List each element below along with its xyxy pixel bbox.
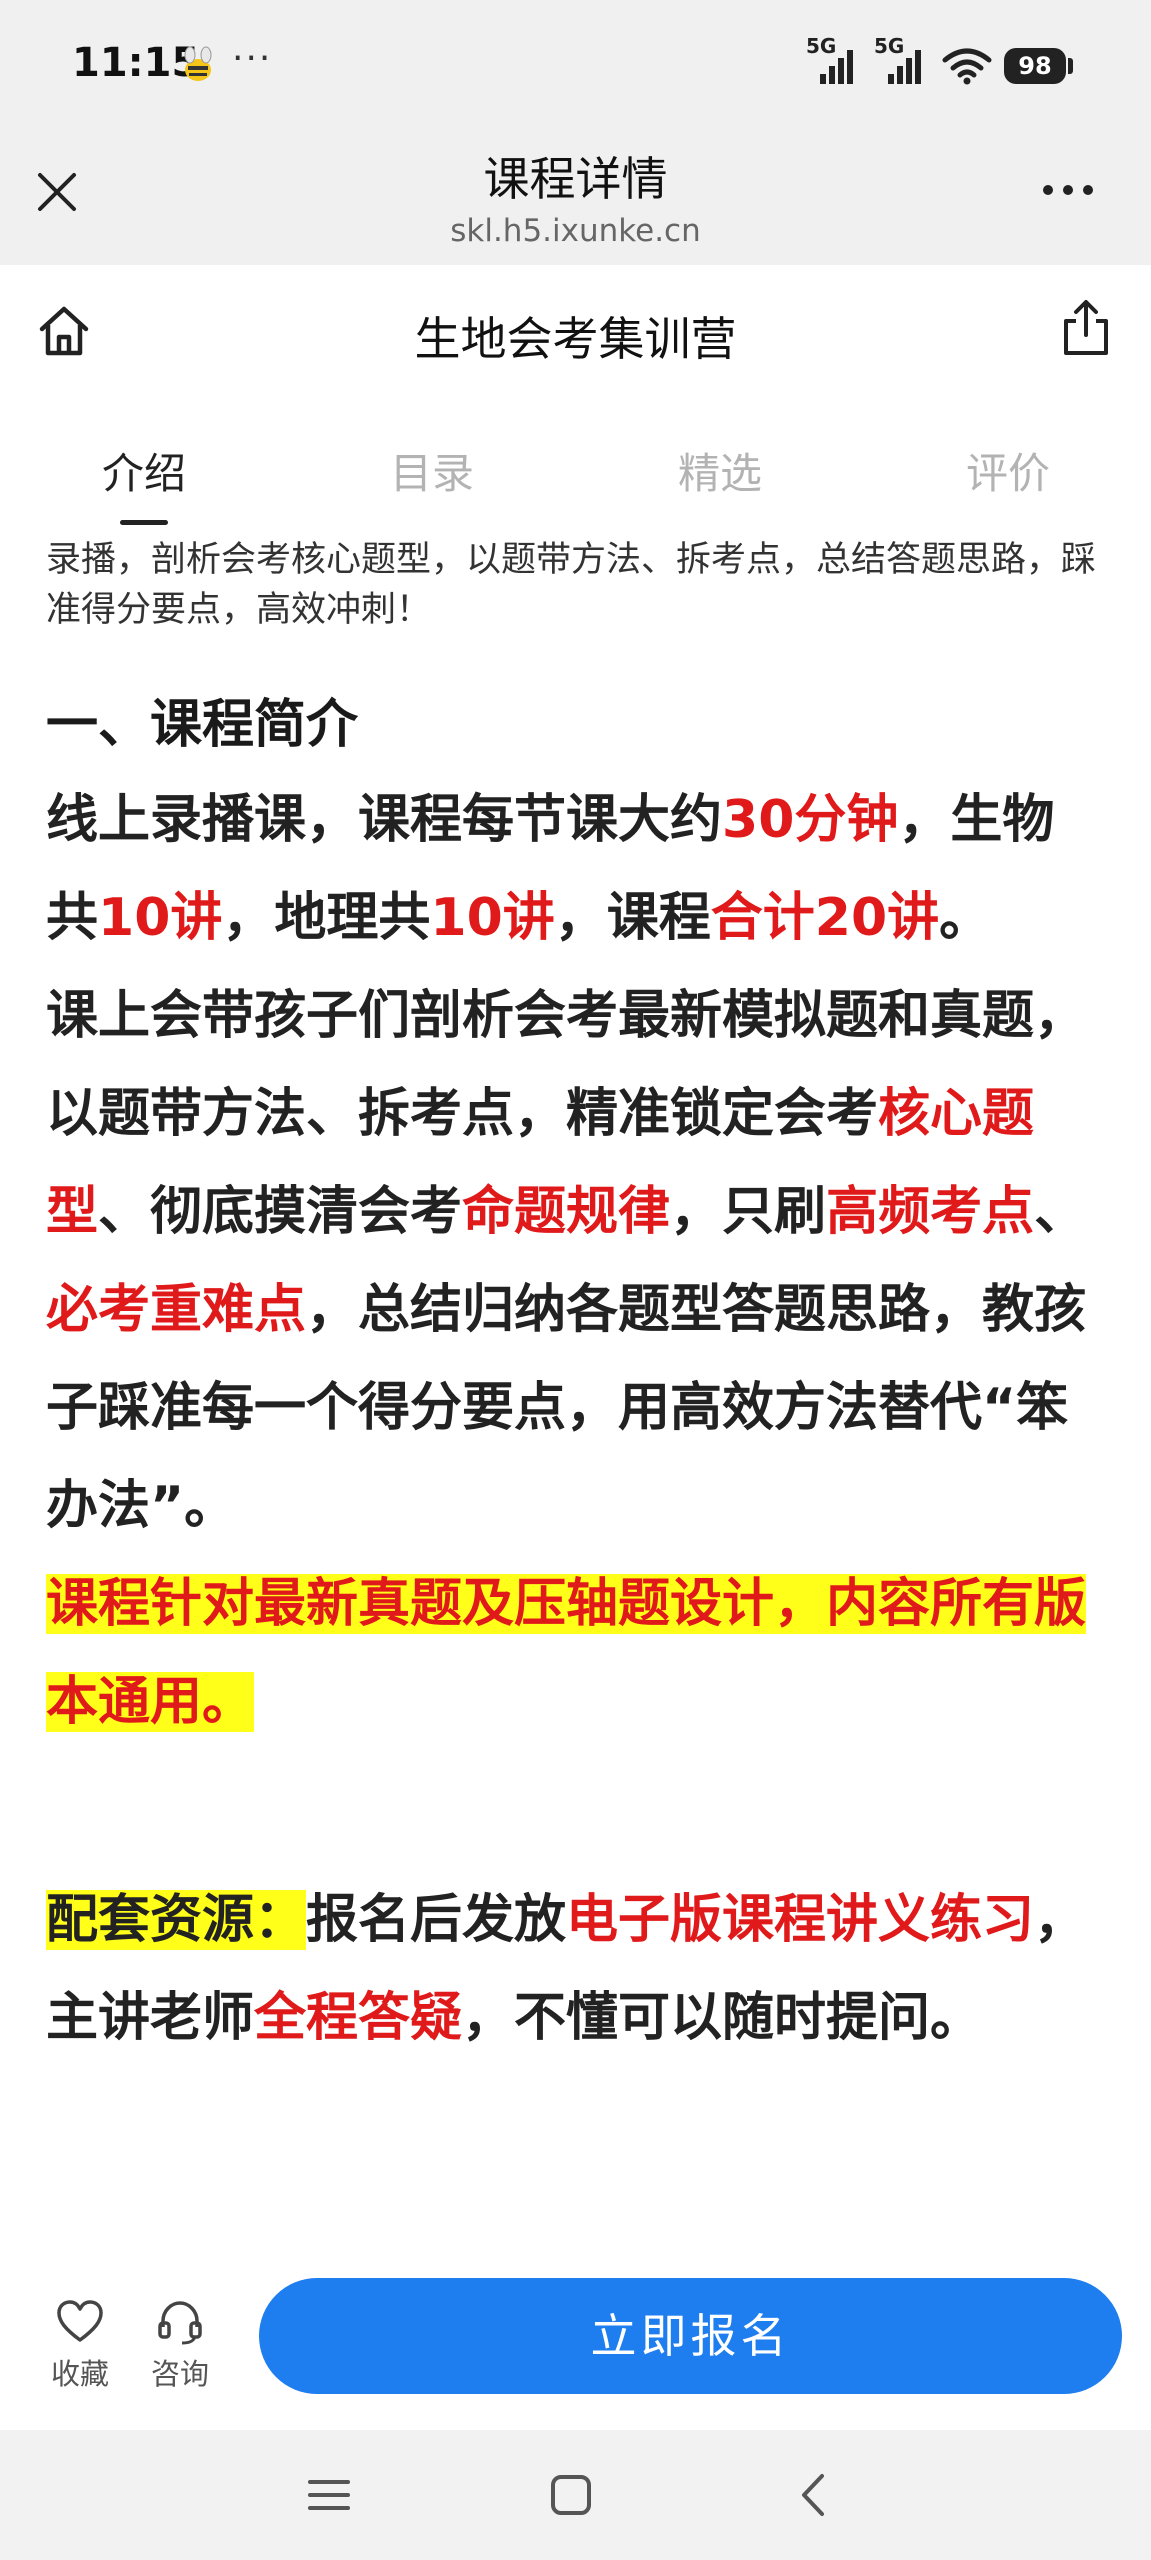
course-description[interactable]: 录播，剖析会考核心题型，以题带方法、拆考点，总结答题思路，踩准得分要点，高效冲刺… xyxy=(46,535,1106,2255)
course-summary-paragraph: 线上录播课，课程每节课大约30分钟，生物共10讲，地理共10讲，课程合计20讲。 xyxy=(46,771,1106,967)
more-options-icon[interactable] xyxy=(1038,175,1098,205)
consult-label: 咨询 xyxy=(150,2357,209,2391)
highlight-text: 高频考点 xyxy=(826,1182,1035,1242)
more-notifications-icon: ··· xyxy=(232,38,273,79)
favorite-label: 收藏 xyxy=(50,2357,109,2391)
tab-bar: 介绍 目录 精选 评价 xyxy=(0,420,1151,535)
text-span: ，课程 xyxy=(554,888,711,948)
active-tab-indicator xyxy=(120,520,168,525)
back-icon[interactable] xyxy=(790,2470,840,2520)
text-span: ，不懂可以随时提问。 xyxy=(462,1988,983,2048)
signup-button[interactable]: 立即报名 xyxy=(259,2278,1122,2394)
text-span: 、 xyxy=(1034,1182,1087,1242)
tab-intro[interactable]: 介绍 xyxy=(54,440,234,501)
tab-reviews[interactable]: 评价 xyxy=(918,440,1098,501)
tab-catalog[interactable]: 目录 xyxy=(342,440,522,501)
status-bar: 11:15 ··· 5G 5G 98 xyxy=(0,0,1151,135)
browser-url: skl.h5.ixunke.cn xyxy=(450,213,701,249)
text-span: 线上录播课，课程每节课大约 xyxy=(46,790,723,850)
page-title: 生地会考集训营 xyxy=(414,312,737,366)
cellular-signal-icon: 5G xyxy=(806,34,858,88)
highlight-text: 合计20讲 xyxy=(710,888,940,948)
bottom-action-bar: 收藏 咨询 立即报名 xyxy=(0,2255,1151,2430)
browser-header: 课程详情 skl.h5.ixunke.cn xyxy=(0,135,1151,265)
bee-notification-icon xyxy=(184,46,212,81)
version-note-paragraph: 课程针对最新真题及压轴题设计，内容所有版本通用。 xyxy=(46,1555,1106,1751)
text-span: 、彻底摸清会考 xyxy=(98,1182,463,1242)
menu-icon[interactable] xyxy=(304,2470,354,2520)
highlight-text: 必考重难点 xyxy=(46,1280,307,1340)
intro-text: 录播，剖析会考核心题型，以题带方法、拆考点，总结答题思路，踩准得分要点，高效冲刺… xyxy=(46,540,1097,630)
system-nav-bar xyxy=(0,2430,1151,2560)
heart-icon xyxy=(57,2300,103,2342)
course-content-paragraph: 课上会带孩子们剖析会考最新模拟题和真题，以题带方法、拆考点，精准锁定会考核心题型… xyxy=(46,967,1106,1555)
highlight-text: 10讲 xyxy=(98,888,223,948)
highlight-text: 全程答疑 xyxy=(254,1988,463,2048)
home-square-icon[interactable] xyxy=(546,2470,596,2520)
tab-featured[interactable]: 精选 xyxy=(630,440,810,501)
wifi-icon xyxy=(942,48,992,85)
highlight-text: 30分钟 xyxy=(722,790,899,850)
cellular-signal-icon: 5G xyxy=(874,34,926,88)
battery-icon: 98 xyxy=(1004,48,1066,84)
page-nav-bar: 生地会考集训营 xyxy=(0,265,1151,400)
browser-title: 课程详情 xyxy=(483,152,668,206)
highlighted-note: 课程针对最新真题及压轴题设计，内容所有版本通用。 xyxy=(46,1574,1087,1732)
favorite-button[interactable]: 收藏 xyxy=(40,2297,120,2393)
section-heading: 一、课程简介 xyxy=(46,695,359,755)
resources-label: 配套资源： xyxy=(46,1890,307,1950)
text-span: 报名后发放 xyxy=(306,1890,567,1950)
consult-button[interactable]: 咨询 xyxy=(140,2297,220,2393)
highlight-text: 命题规律 xyxy=(462,1182,671,1242)
text-span: ，只刷 xyxy=(670,1182,827,1242)
highlight-text: 10讲 xyxy=(430,888,555,948)
battery-tip xyxy=(1068,58,1073,74)
share-icon[interactable] xyxy=(1058,297,1114,357)
text-span: ，地理共 xyxy=(222,888,431,948)
headset-icon xyxy=(158,2301,202,2345)
resources-paragraph: 配套资源：报名后发放电子版课程讲义练习，主讲老师全程答疑，不懂可以随时提问。 xyxy=(46,1871,1106,2067)
highlight-text: 电子版课程讲义练习 xyxy=(566,1890,1035,1950)
text-span: 。 xyxy=(939,888,992,948)
